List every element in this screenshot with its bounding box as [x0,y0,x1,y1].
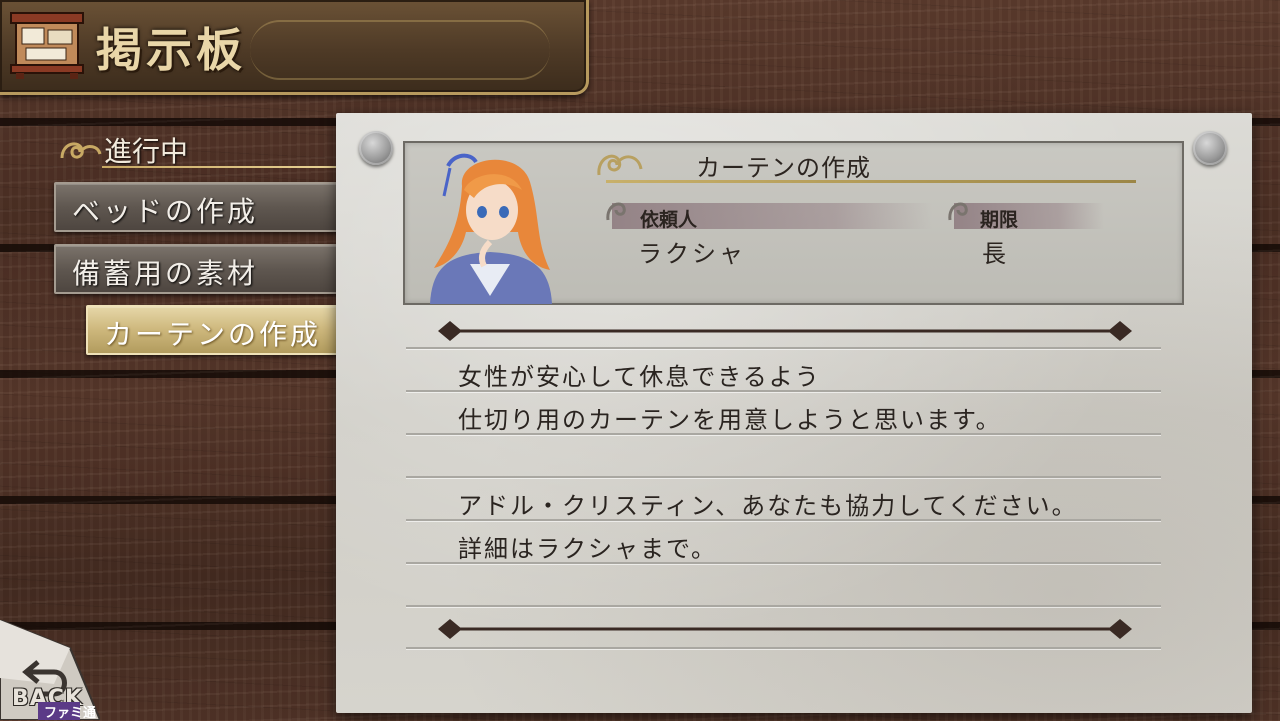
quest-description-line: 詳細はラクシャまで。 [458,535,718,563]
section-label-text: 進行中 [104,135,189,168]
quest-title-underline [606,180,1136,183]
quest-item-stockpile[interactable]: 備蓄用の素材 [54,244,358,294]
deadline-value: 長 [982,240,1009,268]
ruled-line [406,476,1161,478]
watermark-text: ファミ通 [44,706,97,721]
quest-description-line: アドル・クリスティン、あなたも協力してください。 [458,492,1078,520]
top-divider [438,321,1132,341]
ruled-line [406,647,1161,649]
client-value: ラクシャ [638,240,746,268]
quest-title: カーテンの作成 [696,154,871,182]
ruled-line [406,605,1161,607]
quest-item-label: ベッドの作成 [72,195,259,228]
title-ornament [250,20,550,80]
ornament-icon [60,142,102,159]
deadline-label: 期限 [980,209,1019,231]
page-title: 掲示板 [96,23,246,77]
quest-description-line: 女性が安心して休息できるよう [458,363,821,391]
pin-icon [359,131,393,165]
pin-icon [1193,131,1227,165]
bottom-divider [438,619,1132,639]
quest-item-label: 備蓄用の素材 [72,257,259,290]
bulletin-board-icon [10,12,84,79]
quest-item-label: カーテンの作成 [104,318,322,351]
quest-item-bed[interactable]: ベッドの作成 [54,182,358,232]
ornament-icon [948,202,968,221]
ornament-icon [606,202,626,221]
quest-description-line: 仕切り用のカーテンを用意しようと思います。 [458,406,1002,434]
ruled-line [406,347,1161,349]
title-plate [0,0,589,95]
section-label-in-progress: 進行中 [58,128,396,170]
character-portrait [430,153,552,304]
ornament-icon [597,154,643,176]
client-label: 依頼人 [640,209,698,231]
